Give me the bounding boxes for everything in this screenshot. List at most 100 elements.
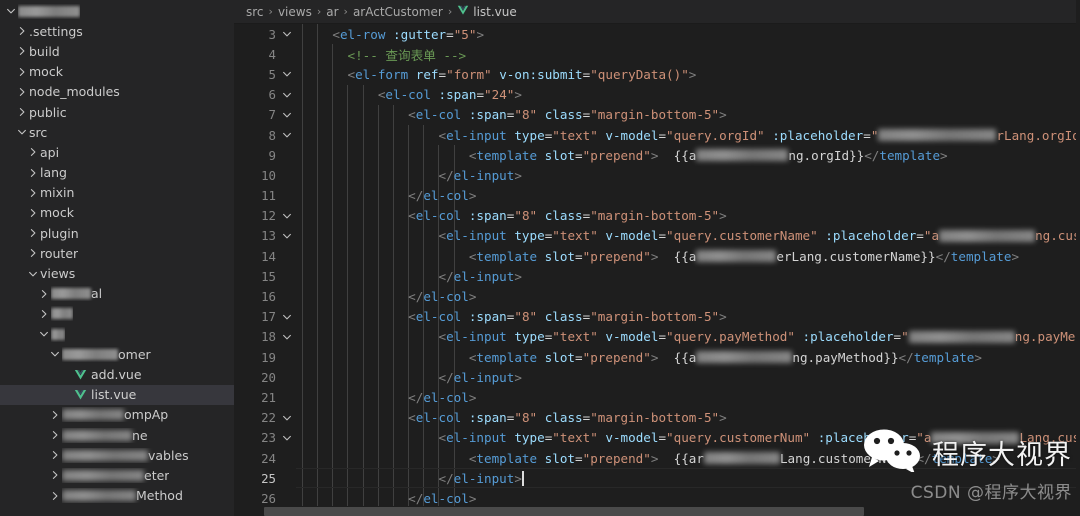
folder-item-node_modules[interactable]: node_modules [0,82,234,102]
chevron-right-icon[interactable] [15,45,29,57]
chevron-right-icon[interactable] [26,227,40,239]
chevron-right-icon[interactable] [15,106,29,118]
scrollbar-thumb[interactable] [264,507,864,516]
fold-chevron-down-icon[interactable] [278,28,296,40]
folder-item-omer[interactable]: omer [0,344,234,364]
folder-item-build[interactable]: build [0,41,234,61]
code-line-25[interactable]: 25 </el-input> [234,468,1080,489]
folder-item-public[interactable]: public [0,102,234,122]
folder-item-views[interactable]: views [0,263,234,283]
code-line-19[interactable]: 19 <template slot="prepend"> {{a ng.payMe… [234,347,1080,367]
code-line-22[interactable]: 22 <el-col :span="8" class="margin-botto… [234,408,1080,428]
code-line-3[interactable]: 3 <el-row :gutter="5"> [234,24,1080,44]
folder-item-eter[interactable]: eter [0,465,234,485]
chevron-right-icon[interactable] [15,25,29,37]
folder-item-.settings[interactable]: .settings [0,21,234,41]
chevron-down-icon[interactable] [4,5,18,17]
folder-item-src[interactable]: src [0,122,234,142]
code-text: </el-input> [296,470,524,486]
code-line-12[interactable]: 12 <el-col :span="8" class="margin-botto… [234,206,1080,226]
chevron-right-icon[interactable] [37,308,51,320]
folder-item-redacted[interactable] [0,324,234,344]
folder-item-redacted[interactable] [0,1,234,21]
code-token: = [893,329,902,345]
fold-chevron-down-icon[interactable] [278,89,296,101]
code-line-10[interactable]: 10 </el-input> [234,165,1080,185]
code-token: v-model [605,329,659,345]
code-line-16[interactable]: 16 </el-col> [234,286,1080,306]
chevron-down-icon[interactable] [37,328,51,340]
code-line-23[interactable]: 23 <el-input type="text" v-model="query.… [234,428,1080,448]
code-line-18[interactable]: 18 <el-input type="text" v-model="query.… [234,327,1080,347]
folder-item-redacted[interactable] [0,304,234,324]
chevron-right-icon[interactable] [48,409,62,421]
code-line-15[interactable]: 15 </el-input> [234,266,1080,286]
folder-item-api[interactable]: api [0,142,234,162]
code-line-20[interactable]: 20 </el-input> [234,367,1080,387]
chevron-down-icon[interactable] [15,126,29,138]
fold-chevron-down-icon[interactable] [278,210,296,222]
code-line-17[interactable]: 17 <el-col :span="8" class="margin-botto… [234,307,1080,327]
code-line-14[interactable]: 14 <template slot="prepend"> {{a erLang.c… [234,246,1080,266]
breadcrumb[interactable]: src › views › ar › arActCustomer › list.vue [234,0,1080,24]
code-line-4[interactable]: 4 <!-- 查询表单 --> [234,44,1080,64]
code-line-21[interactable]: 21 </el-col> [234,387,1080,407]
code-line-13[interactable]: 13 <el-input type="text" v-model="query.… [234,226,1080,246]
code-line-5[interactable]: 5 <el-form ref="form" v-on:submit="query… [234,64,1080,84]
folder-item-ne[interactable]: ne [0,425,234,445]
breadcrumb-file[interactable]: list.vue [457,4,517,19]
folder-item-ompAp[interactable]: ompAp [0,405,234,425]
folder-item-lang[interactable]: lang [0,163,234,183]
fold-chevron-down-icon[interactable] [278,68,296,80]
file-item-list-vue[interactable]: list.vue [0,384,234,405]
folder-item-plugin[interactable]: plugin [0,223,234,243]
code-line-8[interactable]: 8 <el-input type="text" v-model="query.o… [234,125,1080,145]
folder-item-Method[interactable]: Method [0,486,234,506]
chevron-right-icon[interactable] [26,167,40,179]
chevron-right-icon[interactable] [26,187,40,199]
folder-item-vables[interactable]: vables [0,445,234,465]
folder-item-al[interactable]: al [0,284,234,304]
fold-chevron-down-icon[interactable] [278,432,296,444]
code-line-6[interactable]: 6 <el-col :span="24"> [234,85,1080,105]
folder-item-mock[interactable]: mock [0,62,234,82]
code-line-9[interactable]: 9 <template slot="prepend"> {{a ng.orgId}… [234,145,1080,165]
chevron-right-icon[interactable] [15,66,29,78]
fold-chevron-down-icon[interactable] [278,129,296,141]
chevron-right-icon[interactable] [48,469,62,481]
code-line-11[interactable]: 11 </el-col> [234,186,1080,206]
chevron-right-icon[interactable] [48,429,62,441]
chevron-down-icon[interactable] [48,348,62,360]
chevron-right-icon[interactable] [26,146,40,158]
breadcrumb-segment-views[interactable]: views [278,5,312,19]
chevron-down-icon[interactable] [26,268,40,280]
breadcrumb-segment-arActCustomer[interactable]: arActCustomer [353,5,443,19]
fold-chevron-down-icon[interactable] [278,412,296,424]
chevron-right-icon[interactable] [37,288,51,300]
code-text: <el-col :span="8" class="margin-bottom-5… [296,309,727,324]
chevron-right-icon[interactable] [48,449,62,461]
chevron-right-icon[interactable] [15,86,29,98]
code-line-24[interactable]: 24 <template slot="prepend"> {{ar Lang.cu… [234,448,1080,468]
chevron-right-icon[interactable] [26,247,40,259]
folder-item-mock[interactable]: mock [0,203,234,223]
code-line-7[interactable]: 7 <el-col :span="8" class="margin-bottom… [234,105,1080,125]
breadcrumb-segment-ar[interactable]: ar [326,5,338,19]
fold-chevron-down-icon[interactable] [278,331,296,343]
folder-item-router[interactable]: router [0,243,234,263]
file-tree[interactable]: .settings build mock node_modules public src a… [0,0,234,516]
code-token: :span [438,87,477,103]
fold-chevron-down-icon[interactable] [278,109,296,121]
horizontal-scrollbar[interactable] [234,506,1080,516]
code-editor[interactable]: 3 <el-row :gutter="5"> 4 <!-- 查询表单 --> 5 <… [234,24,1080,516]
code-lines[interactable]: 3 <el-row :gutter="5"> 4 <!-- 查询表单 --> 5 <… [234,24,1080,516]
chevron-right-icon[interactable] [48,490,62,502]
fold-chevron-down-icon[interactable] [278,311,296,323]
tree-item-label: al [51,286,102,301]
folder-item-mixin[interactable]: mixin [0,183,234,203]
chevron-right-icon[interactable] [26,207,40,219]
fold-chevron-down-icon[interactable] [278,230,296,242]
tree-item-label [51,327,65,342]
file-item-add-vue[interactable]: add.vue [0,364,234,384]
breadcrumb-segment-src[interactable]: src [246,5,264,19]
